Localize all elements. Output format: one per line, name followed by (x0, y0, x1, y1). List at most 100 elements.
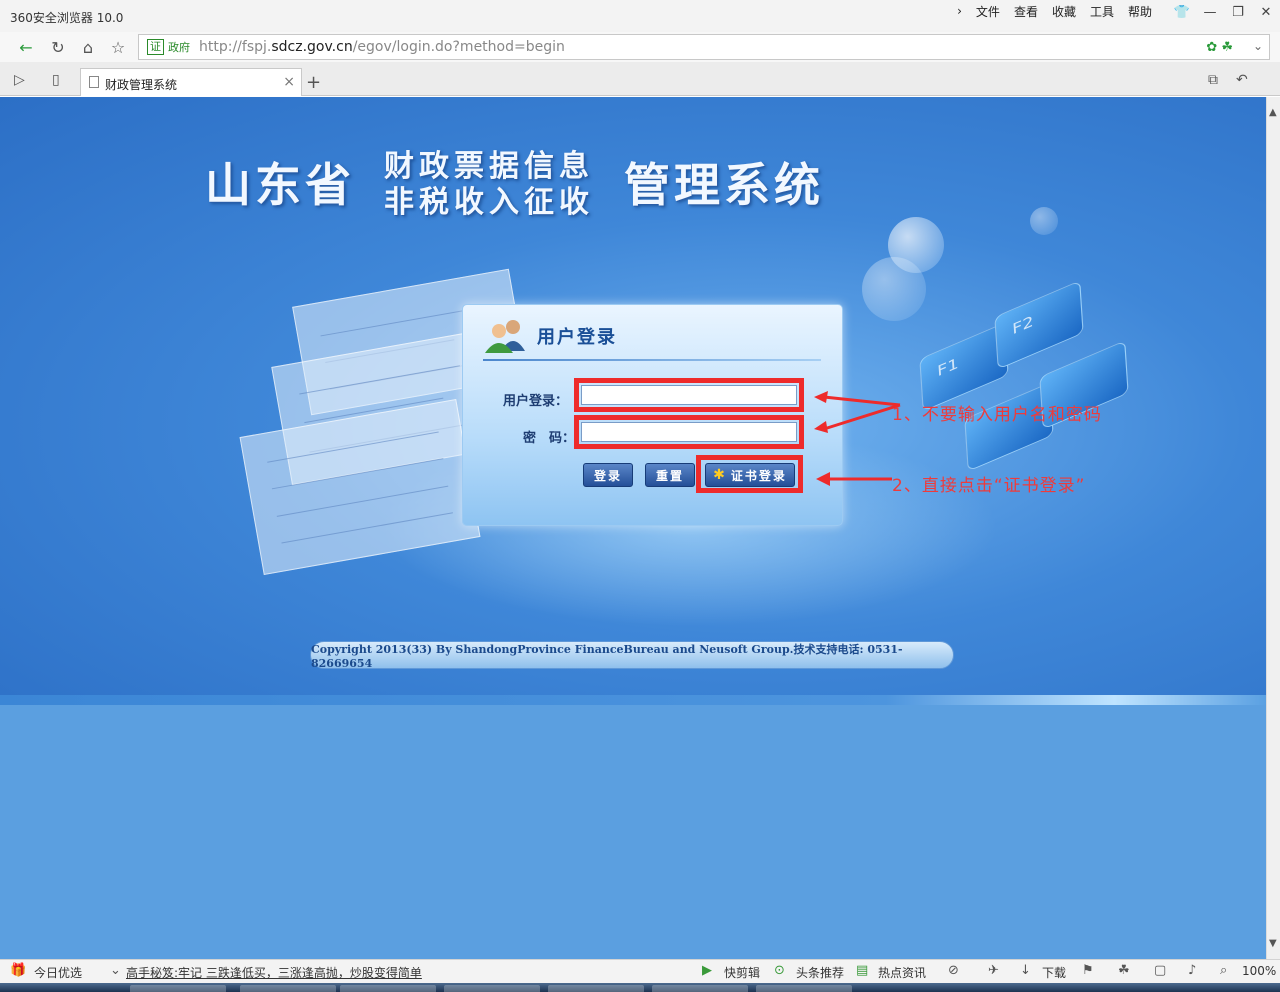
ln (266, 431, 439, 463)
skin-icon[interactable]: 👕 (1168, 0, 1196, 24)
bubble-decoration (1030, 207, 1058, 235)
favorite-star-icon[interactable]: ☆ (106, 36, 130, 58)
vertical-scrollbar[interactable]: ▲ ▼ (1266, 97, 1280, 959)
menu-favorites[interactable]: 收藏 (1052, 3, 1076, 20)
menu-expand-icon[interactable]: › (957, 4, 962, 18)
annotation-note-1: 1、不要输入用户名和密码 (892, 405, 1102, 425)
leaf-icon[interactable]: ☘ (1118, 963, 1130, 978)
os-taskbar (0, 983, 1280, 992)
gov-cert-badge[interactable]: 证 政府 (147, 39, 190, 55)
copyright-bar: Copyright 2013(33) By ShandongProvince F… (310, 641, 954, 670)
sound-icon[interactable]: ♪ (1188, 963, 1196, 978)
refresh-button[interactable]: ↻ (46, 36, 70, 58)
taskbar-item[interactable] (130, 985, 226, 992)
quick-edit-icon: ▶ (702, 963, 712, 978)
title-shandong: 山东省 (205, 158, 355, 212)
bubble-decoration (862, 257, 926, 321)
url-domain: sdcz.gov.cn (271, 39, 353, 55)
ln (320, 309, 471, 337)
security-icons[interactable]: ✿ ☘ (1206, 40, 1233, 55)
new-tab-button[interactable]: + (306, 72, 321, 93)
flag-icon[interactable]: ⚑ (1082, 963, 1094, 978)
url-prefix: http://fspj. (199, 39, 272, 55)
cert-label: 政府 (168, 41, 190, 54)
tab-close-icon[interactable]: × (283, 74, 295, 90)
scroll-down-icon[interactable]: ▼ (1269, 938, 1277, 949)
sidebar-toggle-icon[interactable]: ▷ (14, 72, 25, 88)
taskbar-item[interactable] (444, 985, 540, 992)
users-icon (485, 320, 525, 353)
password-label: 密 码： (523, 431, 576, 446)
speed-icon[interactable]: ⊘ (948, 963, 959, 978)
title-bar: 360安全浏览器 10.0 › 文件 查看 收藏 工具 帮助 👕 — ❐ ✕ (0, 0, 1280, 32)
menu-tools[interactable]: 工具 (1090, 3, 1114, 20)
address-bar: ← ↻ ⌂ ☆ 证 政府 http://fspj.sdcz.gov.cn/ego… (0, 32, 1280, 62)
menu-help[interactable]: 帮助 (1128, 3, 1152, 20)
quick-edit[interactable]: 快剪辑 (724, 964, 760, 981)
menu-file[interactable]: 文件 (976, 3, 1000, 20)
title-line2: 非税收入征收 (384, 185, 594, 220)
restore-tab-icon[interactable]: ⧉ (1208, 72, 1218, 88)
page-icon (89, 76, 99, 88)
menu-view[interactable]: 查看 (1014, 3, 1038, 20)
taskbar-item[interactable] (652, 985, 748, 992)
headline-icon: ⊙ (774, 963, 785, 978)
status-bar: 🎁 今日优选 ⌄ 高手秘笈:牢记 三跌逢低买，三涨逢高抛，炒股变得简单 ▶ 快剪… (0, 959, 1280, 983)
key-f2-decoration: F2 (994, 280, 1084, 370)
download-label[interactable]: 下载 (1042, 964, 1066, 981)
taskbar-item[interactable] (548, 985, 644, 992)
taskbar-item[interactable] (240, 985, 336, 992)
window-icon[interactable]: ▢ (1154, 963, 1166, 978)
hero-banner: F1 F2 山东省 财政票据信息 非税收入征收 管理系统 用户登录 用户登录： … (0, 97, 1266, 695)
ln (281, 512, 454, 544)
reset-button[interactable]: 重置 (645, 463, 695, 487)
url-dropdown-icon[interactable]: ⌄ (1253, 39, 1263, 53)
highlight-password (574, 415, 804, 449)
maximize-button[interactable]: ❐ (1224, 0, 1252, 24)
cert-icon: 证 (147, 39, 164, 55)
news-ticker[interactable]: 高手秘笈:牢记 三跌逢低买，三涨逢高抛，炒股变得简单 (126, 964, 422, 981)
taskbar-item[interactable] (340, 985, 436, 992)
banner-stripe (0, 695, 1266, 705)
tools-icon[interactable]: ✈ (988, 963, 999, 978)
today-picks[interactable]: 今日优选 (34, 964, 82, 981)
expand-icon[interactable]: ⌄ (110, 963, 121, 978)
home-button[interactable]: ⌂ (76, 36, 100, 58)
menu-bar: › 文件 查看 收藏 工具 帮助 (943, 3, 1152, 19)
btn_reset: 重置 (655, 468, 684, 483)
minimize-button[interactable]: — (1196, 0, 1224, 24)
back-button[interactable]: ← (14, 36, 38, 58)
btn_login: 登录 (593, 468, 622, 483)
page-viewport: F1 F2 山东省 财政票据信息 非税收入征收 管理系统 用户登录 用户登录： … (0, 97, 1266, 959)
login-panel: 用户登录 用户登录： 密 码： 登录 重置 ✱ 证书登录 (462, 304, 843, 526)
login-title: 用户登录 (537, 327, 617, 348)
tab-finance-system[interactable]: 财政管理系统 × (80, 68, 302, 96)
url-input[interactable]: 证 政府 http://fspj.sdcz.gov.cn/egov/login.… (138, 34, 1270, 60)
app-title: 360安全浏览器 10.0 (10, 11, 124, 25)
annotation-arrow-1 (814, 391, 901, 433)
title-system: 管理系统 (624, 158, 824, 212)
username-label: 用户登录： (503, 394, 569, 409)
annotation-note-2: 2、直接点击“证书登录” (892, 476, 1086, 496)
zoom-level[interactable]: 100% (1242, 964, 1276, 978)
highlight-username (574, 378, 804, 412)
undo-close-icon[interactable]: ↶ (1236, 72, 1248, 88)
hot-news[interactable]: 热点资讯 (878, 964, 926, 981)
highlight-cert-login (696, 455, 803, 493)
url-path: /egov/login.do?method=begin (352, 39, 565, 55)
url-text: http://fspj.sdcz.gov.cn/egov/login.do?me… (199, 39, 565, 55)
download-icon[interactable]: ↓ (1020, 963, 1031, 978)
ln (298, 364, 461, 395)
ln (271, 458, 444, 490)
scroll-up-icon[interactable]: ▲ (1269, 107, 1277, 118)
login-button[interactable]: 登录 (583, 463, 633, 487)
gift-icon: 🎁 (10, 963, 27, 978)
ln (276, 485, 449, 517)
taskbar-item[interactable] (756, 985, 852, 992)
hot-news-icon: ▤ (856, 963, 869, 978)
tab-bar: ▷ ▯ 财政管理系统 × + ⧉ ↶ (0, 62, 1280, 96)
zoom-icon[interactable]: ⌕ (1220, 963, 1227, 978)
tab-list-icon[interactable]: ▯ (52, 72, 60, 88)
close-button[interactable]: ✕ (1252, 0, 1280, 24)
headline-recommend[interactable]: 头条推荐 (796, 964, 844, 981)
